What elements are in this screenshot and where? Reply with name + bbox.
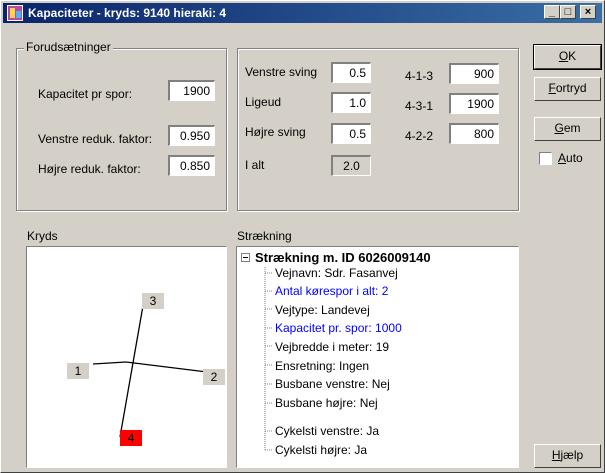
fortryd-button[interactable]: Fortryd bbox=[534, 77, 601, 101]
node-label-selected[interactable]: 4 bbox=[120, 430, 142, 446]
auto-checkbox[interactable] bbox=[539, 152, 552, 165]
tree-item[interactable]: Busbane højre: Nej bbox=[275, 396, 378, 410]
venstre-sving-label: Venstre sving bbox=[245, 65, 318, 79]
tree-item[interactable]: Cykelsti venstre: Ja bbox=[275, 424, 379, 438]
code-input[interactable]: 1900 bbox=[449, 93, 499, 114]
venstre-sving-input[interactable]: 0.5 bbox=[331, 62, 371, 83]
ialt-label: I alt bbox=[245, 158, 265, 172]
straekning-tree[interactable]: Strækning m. ID 6026009140 Vejnavn: Sdr.… bbox=[236, 246, 519, 468]
fortryd-label: ortryd bbox=[555, 81, 587, 95]
kryds-title: Kryds bbox=[27, 229, 58, 243]
road-line bbox=[125, 361, 208, 373]
venstre-reduk-input[interactable]: 0.950 bbox=[168, 125, 215, 146]
node-label[interactable]: 3 bbox=[142, 293, 164, 309]
hjaelp-label: jælp bbox=[560, 448, 584, 462]
window-title: Kapaciteter - kryds: 9140 hieraki: 4 bbox=[28, 6, 227, 20]
tree-item[interactable]: Kapacitet pr. spor: 1000 bbox=[275, 321, 402, 335]
auto-label[interactable]: Auto bbox=[558, 151, 583, 165]
hjaelp-button[interactable]: Hjælp bbox=[534, 444, 601, 468]
hoejre-reduk-label: Højre reduk. faktor: bbox=[38, 162, 141, 176]
gem-mnemonic: G bbox=[554, 121, 564, 135]
hoejre-sving-label: Højre sving bbox=[245, 125, 306, 139]
road-line bbox=[92, 361, 127, 365]
capacity-window: Kapaciteter - kryds: 9140 hieraki: 4 _ □… bbox=[0, 0, 605, 473]
fortryd-mnemonic: F bbox=[548, 81, 556, 95]
tree-item[interactable]: Vejtype: Landevej bbox=[275, 303, 370, 317]
venstre-reduk-label: Venstre reduk. faktor: bbox=[38, 132, 153, 146]
tree-item[interactable]: Vejnavn: Sdr. Fasanvej bbox=[275, 266, 398, 280]
forudsaetninger-title: Forudsætninger bbox=[24, 40, 113, 54]
maximize-button[interactable]: □ bbox=[560, 5, 576, 19]
ialt-value: 2.0 bbox=[331, 155, 371, 176]
ok-button[interactable]: OK bbox=[533, 44, 602, 70]
node-label[interactable]: 1 bbox=[67, 363, 89, 379]
code-input[interactable]: 900 bbox=[449, 63, 499, 84]
ligeud-input[interactable]: 1.0 bbox=[331, 92, 371, 113]
ok-mnemonic: O bbox=[558, 49, 569, 63]
app-icon bbox=[7, 5, 23, 21]
gem-button[interactable]: Gem bbox=[534, 117, 601, 141]
code-label: 4-1-3 bbox=[405, 69, 434, 83]
gem-label: em bbox=[563, 121, 581, 135]
hoejre-sving-input[interactable]: 0.5 bbox=[331, 123, 371, 144]
tree-item[interactable]: Cykelsti højre: Ja bbox=[275, 443, 367, 457]
kapacitet-label: Kapacitet pr spor: bbox=[38, 87, 133, 101]
auto-label-text: uto bbox=[566, 151, 583, 165]
code-label: 4-3-1 bbox=[405, 99, 434, 113]
code-input[interactable]: 800 bbox=[449, 123, 499, 144]
straekning-title: Strækning bbox=[237, 229, 292, 243]
hoejre-reduk-input[interactable]: 0.850 bbox=[168, 155, 215, 176]
kryds-canvas[interactable]: 3 1 2 4 bbox=[26, 246, 227, 468]
ok-label: K bbox=[568, 49, 577, 63]
ligeud-label: Ligeud bbox=[245, 95, 282, 109]
road-line bbox=[119, 299, 145, 438]
kapacitet-input[interactable]: 1900 bbox=[168, 80, 215, 101]
auto-mnemonic: A bbox=[558, 151, 567, 165]
tree-root-item[interactable]: Strækning m. ID 6026009140 bbox=[255, 250, 431, 265]
close-button[interactable]: × bbox=[580, 5, 596, 19]
minimize-button[interactable]: _ bbox=[544, 5, 560, 19]
node-label[interactable]: 2 bbox=[203, 369, 225, 385]
tree-item[interactable]: Vejbredde i meter: 19 bbox=[275, 340, 389, 354]
tree-item[interactable]: Ensretning: Ingen bbox=[275, 359, 369, 373]
collapse-icon[interactable] bbox=[241, 253, 250, 262]
code-label: 4-2-2 bbox=[405, 129, 434, 143]
tree-item[interactable]: Antal kørespor i alt: 2 bbox=[275, 284, 388, 298]
title-bar[interactable]: Kapaciteter - kryds: 9140 hieraki: 4 _ □… bbox=[3, 3, 602, 23]
tree-item[interactable]: Busbane venstre: Nej bbox=[275, 377, 390, 391]
